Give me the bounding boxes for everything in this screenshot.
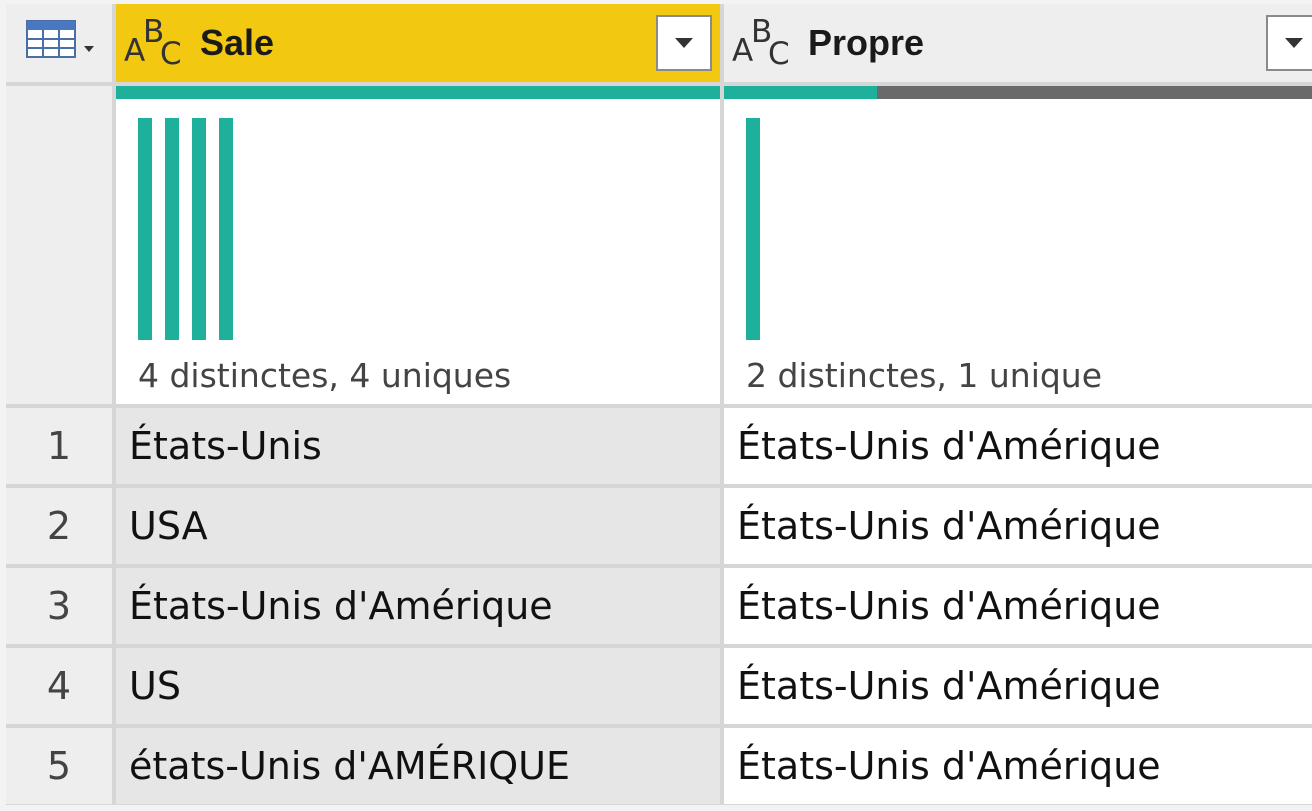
column-header-sale[interactable]: A B C Sale xyxy=(116,4,720,82)
type-icon-letter: C xyxy=(160,36,182,72)
column-filter-dropdown-button[interactable] xyxy=(1266,15,1312,71)
type-icon-letter: C xyxy=(768,36,790,72)
quality-empty-segment xyxy=(877,86,1312,99)
column-quality-bar[interactable] xyxy=(724,86,1312,99)
column-header-propre[interactable]: A B C Propre xyxy=(724,4,1312,82)
column-quality-bar[interactable] xyxy=(116,86,720,99)
abc-text-type-icon[interactable]: A B C xyxy=(124,13,194,73)
row-number[interactable]: 1 xyxy=(6,408,112,484)
distribution-bar[interactable] xyxy=(165,118,179,340)
table-cell-sale[interactable]: États-Unis d'Amérique xyxy=(116,568,720,644)
column-profile-sale: 4 distinctes, 4 uniques xyxy=(116,86,720,404)
value-distribution-chart[interactable] xyxy=(138,118,438,340)
profile-row-header xyxy=(6,86,112,404)
value-distribution-chart[interactable] xyxy=(746,118,1046,340)
row-number[interactable]: 5 xyxy=(6,728,112,804)
table-cell-propre[interactable]: États-Unis d'Amérique xyxy=(724,568,1312,644)
data-grid: A B C Sale A B C Propre 4 distinctes, 4 … xyxy=(6,4,1312,805)
table-cell-propre[interactable]: États-Unis d'Amérique xyxy=(724,648,1312,724)
table-cell-propre[interactable]: États-Unis d'Amérique xyxy=(724,488,1312,564)
table-cell-sale[interactable]: USA xyxy=(116,488,720,564)
chevron-down-icon xyxy=(84,46,94,52)
table-cell-propre[interactable]: États-Unis d'Amérique xyxy=(724,408,1312,484)
column-filter-dropdown-button[interactable] xyxy=(656,15,712,71)
table-cell-sale[interactable]: US xyxy=(116,648,720,724)
distribution-bar[interactable] xyxy=(192,118,206,340)
table-cell-propre[interactable]: États-Unis d'Amérique xyxy=(724,728,1312,804)
table-menu-button[interactable] xyxy=(6,4,116,82)
table-icon xyxy=(26,20,76,58)
quality-valid-segment xyxy=(116,86,720,99)
column-title: Sale xyxy=(200,22,275,63)
table-cell-sale[interactable]: États-Unis xyxy=(116,408,720,484)
distinct-count-label: 2 distinctes, 1 unique xyxy=(746,356,1103,395)
chevron-down-icon xyxy=(1285,38,1303,48)
chevron-down-icon xyxy=(675,38,693,48)
quality-valid-segment xyxy=(724,86,878,99)
distribution-bar[interactable] xyxy=(219,118,233,340)
column-title: Propre xyxy=(808,22,925,63)
row-number[interactable]: 2 xyxy=(6,488,112,564)
row-number[interactable]: 4 xyxy=(6,648,112,724)
distribution-bar[interactable] xyxy=(138,118,152,340)
column-profile-propre: 2 distinctes, 1 unique xyxy=(724,86,1312,404)
distribution-bar[interactable] xyxy=(746,118,760,340)
table-cell-sale[interactable]: états-Unis d'AMÉRIQUE xyxy=(116,728,720,804)
abc-text-type-icon[interactable]: A B C xyxy=(732,13,802,73)
row-number[interactable]: 3 xyxy=(6,568,112,644)
distinct-count-label: 4 distinctes, 4 uniques xyxy=(138,356,512,395)
